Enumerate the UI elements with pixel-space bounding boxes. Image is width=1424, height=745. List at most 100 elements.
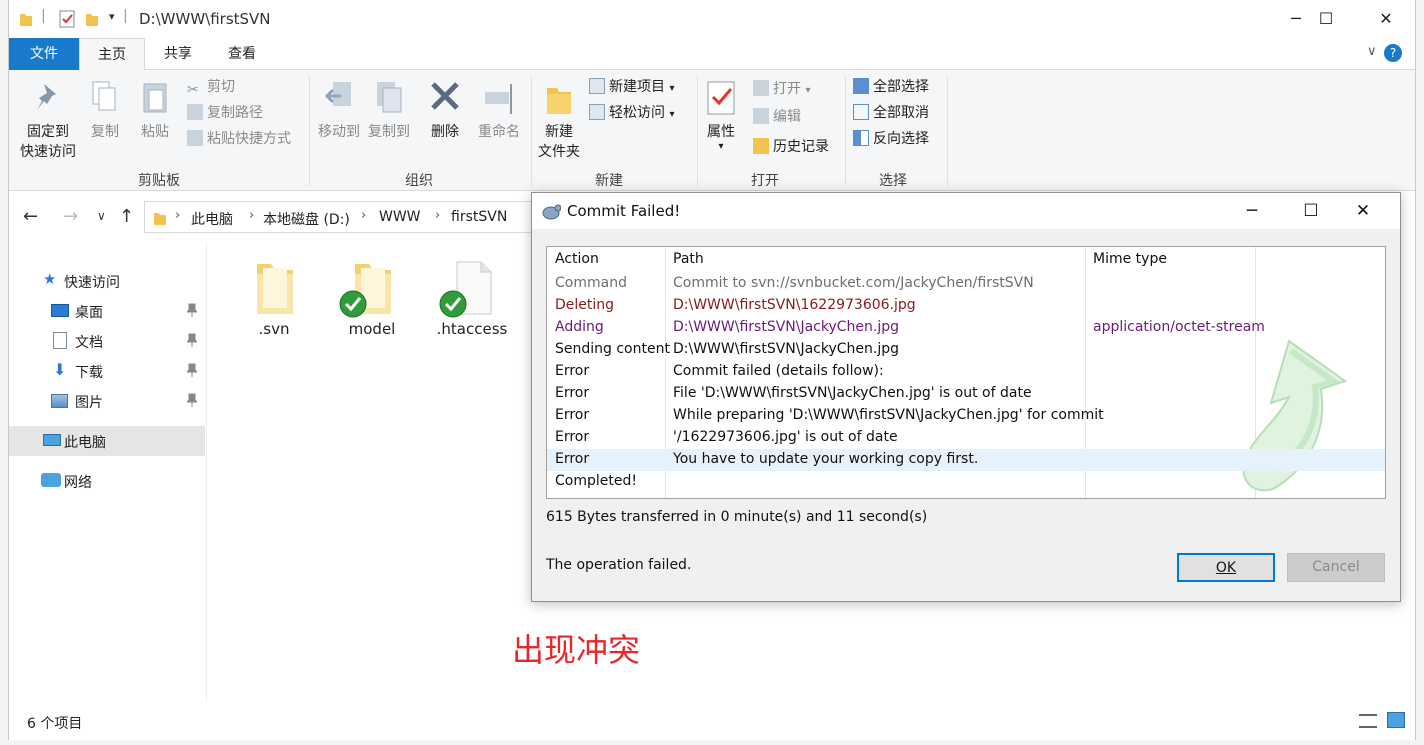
easy-access-button[interactable]: 轻松访问 ▾: [589, 102, 674, 124]
log-row[interactable]: Deleting D:\WWW\firstSVN\1622973606.jpg: [547, 295, 1385, 317]
close-button[interactable]: ✕: [1357, 0, 1415, 38]
file-name: model: [348, 320, 396, 338]
log-row[interactable]: Command Commit to svn://svnbucket.com/Jac…: [547, 273, 1385, 295]
window-title: D:\WWW\firstSVN: [139, 10, 271, 28]
breadcrumb-local-disk[interactable]: 本地磁盘 (D:): [263, 209, 350, 229]
properties-icon: [707, 81, 735, 115]
help-icon[interactable]: ?: [1384, 44, 1402, 62]
dialog-close-button[interactable]: ✕: [1335, 193, 1391, 229]
forward-arrow-icon[interactable]: →: [63, 206, 78, 227]
details-view-icon[interactable]: [1359, 714, 1377, 728]
open-button[interactable]: 打开 ▾: [753, 78, 810, 100]
select-all-button[interactable]: 全部选择: [853, 76, 929, 98]
breadcrumb-www[interactable]: WWW: [379, 209, 421, 225]
rename-button[interactable]: 重命名: [471, 80, 527, 142]
delete-label: 删除: [431, 124, 459, 140]
tab-view[interactable]: 查看: [211, 38, 273, 70]
pin-quick-access-button[interactable]: 固定到 快速访问: [15, 80, 81, 162]
nav-downloads[interactable]: ⬇ 下载: [9, 356, 205, 386]
nav-quick-access[interactable]: ★ 快速访问: [9, 266, 205, 296]
column-header-path[interactable]: Path: [673, 251, 704, 267]
dialog-minimize-button[interactable]: ─: [1224, 193, 1280, 229]
open-icon: [753, 80, 769, 96]
invert-selection-button[interactable]: 反向选择: [853, 128, 929, 150]
pin-icon[interactable]: [187, 363, 197, 377]
properties-button[interactable]: 属性 ▾: [699, 80, 743, 152]
column-header-action[interactable]: Action: [555, 251, 599, 267]
ok-button[interactable]: OK: [1177, 553, 1275, 582]
nav-documents[interactable]: 文档: [9, 326, 205, 356]
breadcrumb-this-pc[interactable]: 此电脑: [191, 209, 233, 229]
log-row[interactable]: Adding D:\WWW\firstSVN\JackyChen.jpg appli…: [547, 317, 1385, 339]
select-none-button[interactable]: 全部取消: [853, 102, 929, 124]
tab-home[interactable]: 主页: [79, 38, 145, 71]
copy-path-button[interactable]: 复制路径: [187, 102, 263, 124]
file-item[interactable]: .htaccess: [427, 258, 517, 348]
log-row[interactable]: Completed!: [547, 471, 1385, 493]
maximize-button[interactable]: ☐: [1297, 0, 1355, 38]
new-folder-quick-icon[interactable]: [85, 11, 99, 27]
pin-icon[interactable]: [187, 393, 197, 407]
nav-desktop[interactable]: 桌面: [9, 296, 205, 326]
nav-pictures[interactable]: 图片: [9, 386, 205, 416]
cut-label: 剪切: [207, 79, 235, 95]
file-item[interactable]: model: [327, 258, 417, 348]
edit-button[interactable]: 编辑: [753, 106, 801, 128]
file-item[interactable]: .svn: [229, 258, 319, 348]
breadcrumb-chevron-icon[interactable]: ›: [361, 208, 366, 223]
copy-to-button[interactable]: 复制到: [363, 80, 415, 142]
large-icons-view-icon[interactable]: [1387, 712, 1405, 728]
history-button[interactable]: 历史记录: [753, 136, 829, 158]
paste-button[interactable]: 粘贴: [133, 80, 177, 142]
paste-shortcut-button[interactable]: 粘贴快捷方式: [187, 128, 291, 150]
up-arrow-icon[interactable]: ↑: [119, 206, 134, 227]
address-bar[interactable]: › 此电脑 › 本地磁盘 (D:) › WWW › firstSVN: [144, 201, 544, 233]
log-row-selected[interactable]: Error You have to update your working cop…: [547, 449, 1385, 471]
file-name: .svn: [258, 320, 290, 338]
properties-dropdown-icon: ▾: [718, 141, 724, 152]
pictures-icon: [51, 394, 68, 408]
edit-icon: [753, 108, 769, 124]
pin-icon[interactable]: [187, 303, 197, 317]
new-item-button[interactable]: 新建项目 ▾: [589, 76, 674, 98]
quick-access-dropdown-icon[interactable]: ▾: [109, 10, 115, 23]
new-folder-button[interactable]: 新建 文件夹: [533, 80, 585, 162]
pin-icon[interactable]: [187, 333, 197, 347]
nav-this-pc-label: 此电脑: [64, 435, 106, 451]
row-path: File 'D:\WWW\firstSVN\JackyChen.jpg' is …: [673, 385, 1032, 401]
log-row[interactable]: Error '/1622973606.jpg' is out of date: [547, 427, 1385, 449]
pin-label-1: 固定到: [27, 124, 69, 140]
row-action: Deleting: [555, 297, 615, 313]
log-row[interactable]: Error Commit failed (details follow):: [547, 361, 1385, 383]
breadcrumb-chevron-icon[interactable]: ›: [175, 208, 180, 223]
computer-icon: [43, 434, 61, 446]
breadcrumb-chevron-icon[interactable]: ›: [249, 208, 254, 223]
properties-quick-icon[interactable]: [59, 10, 75, 28]
breadcrumb-chevron-icon[interactable]: ›: [435, 208, 440, 223]
back-arrow-icon[interactable]: ←: [23, 206, 38, 227]
log-row[interactable]: Error While preparing 'D:\WWW\firstSVN\Ja…: [547, 405, 1385, 427]
dialog-maximize-button[interactable]: ☐: [1283, 193, 1339, 229]
move-to-button[interactable]: 移动到: [313, 80, 365, 142]
paste-shortcut-label: 粘贴快捷方式: [207, 131, 291, 147]
log-row[interactable]: Sending content D:\WWW\firstSVN\JackyChen…: [547, 339, 1385, 361]
copy-icon: [92, 81, 116, 111]
cancel-button[interactable]: Cancel: [1287, 553, 1385, 582]
nav-this-pc[interactable]: 此电脑: [9, 426, 205, 456]
tab-share[interactable]: 共享: [147, 38, 209, 70]
breadcrumb-firstsvn[interactable]: firstSVN: [451, 209, 507, 225]
new-item-label: 新建项目: [609, 79, 665, 95]
log-row[interactable]: Error File 'D:\WWW\firstSVN\JackyChen.jpg…: [547, 383, 1385, 405]
open-dropdown-icon: ▾: [805, 85, 811, 96]
cut-button[interactable]: ✂ 剪切: [187, 76, 235, 98]
column-header-mime[interactable]: Mime type: [1093, 251, 1167, 267]
commit-log-list[interactable]: Action Path Mime type Command Commit to s…: [546, 246, 1386, 499]
recent-locations-icon[interactable]: ∨: [97, 209, 106, 223]
new-item-icon: [589, 78, 605, 94]
nav-network[interactable]: 网络: [9, 466, 205, 496]
ribbon-collapse-icon[interactable]: ∨: [1367, 44, 1377, 59]
delete-button[interactable]: 删除: [423, 80, 467, 142]
scissors-icon: ✂: [187, 82, 199, 98]
tab-file[interactable]: 文件: [9, 38, 79, 70]
copy-button[interactable]: 复制: [83, 80, 127, 142]
